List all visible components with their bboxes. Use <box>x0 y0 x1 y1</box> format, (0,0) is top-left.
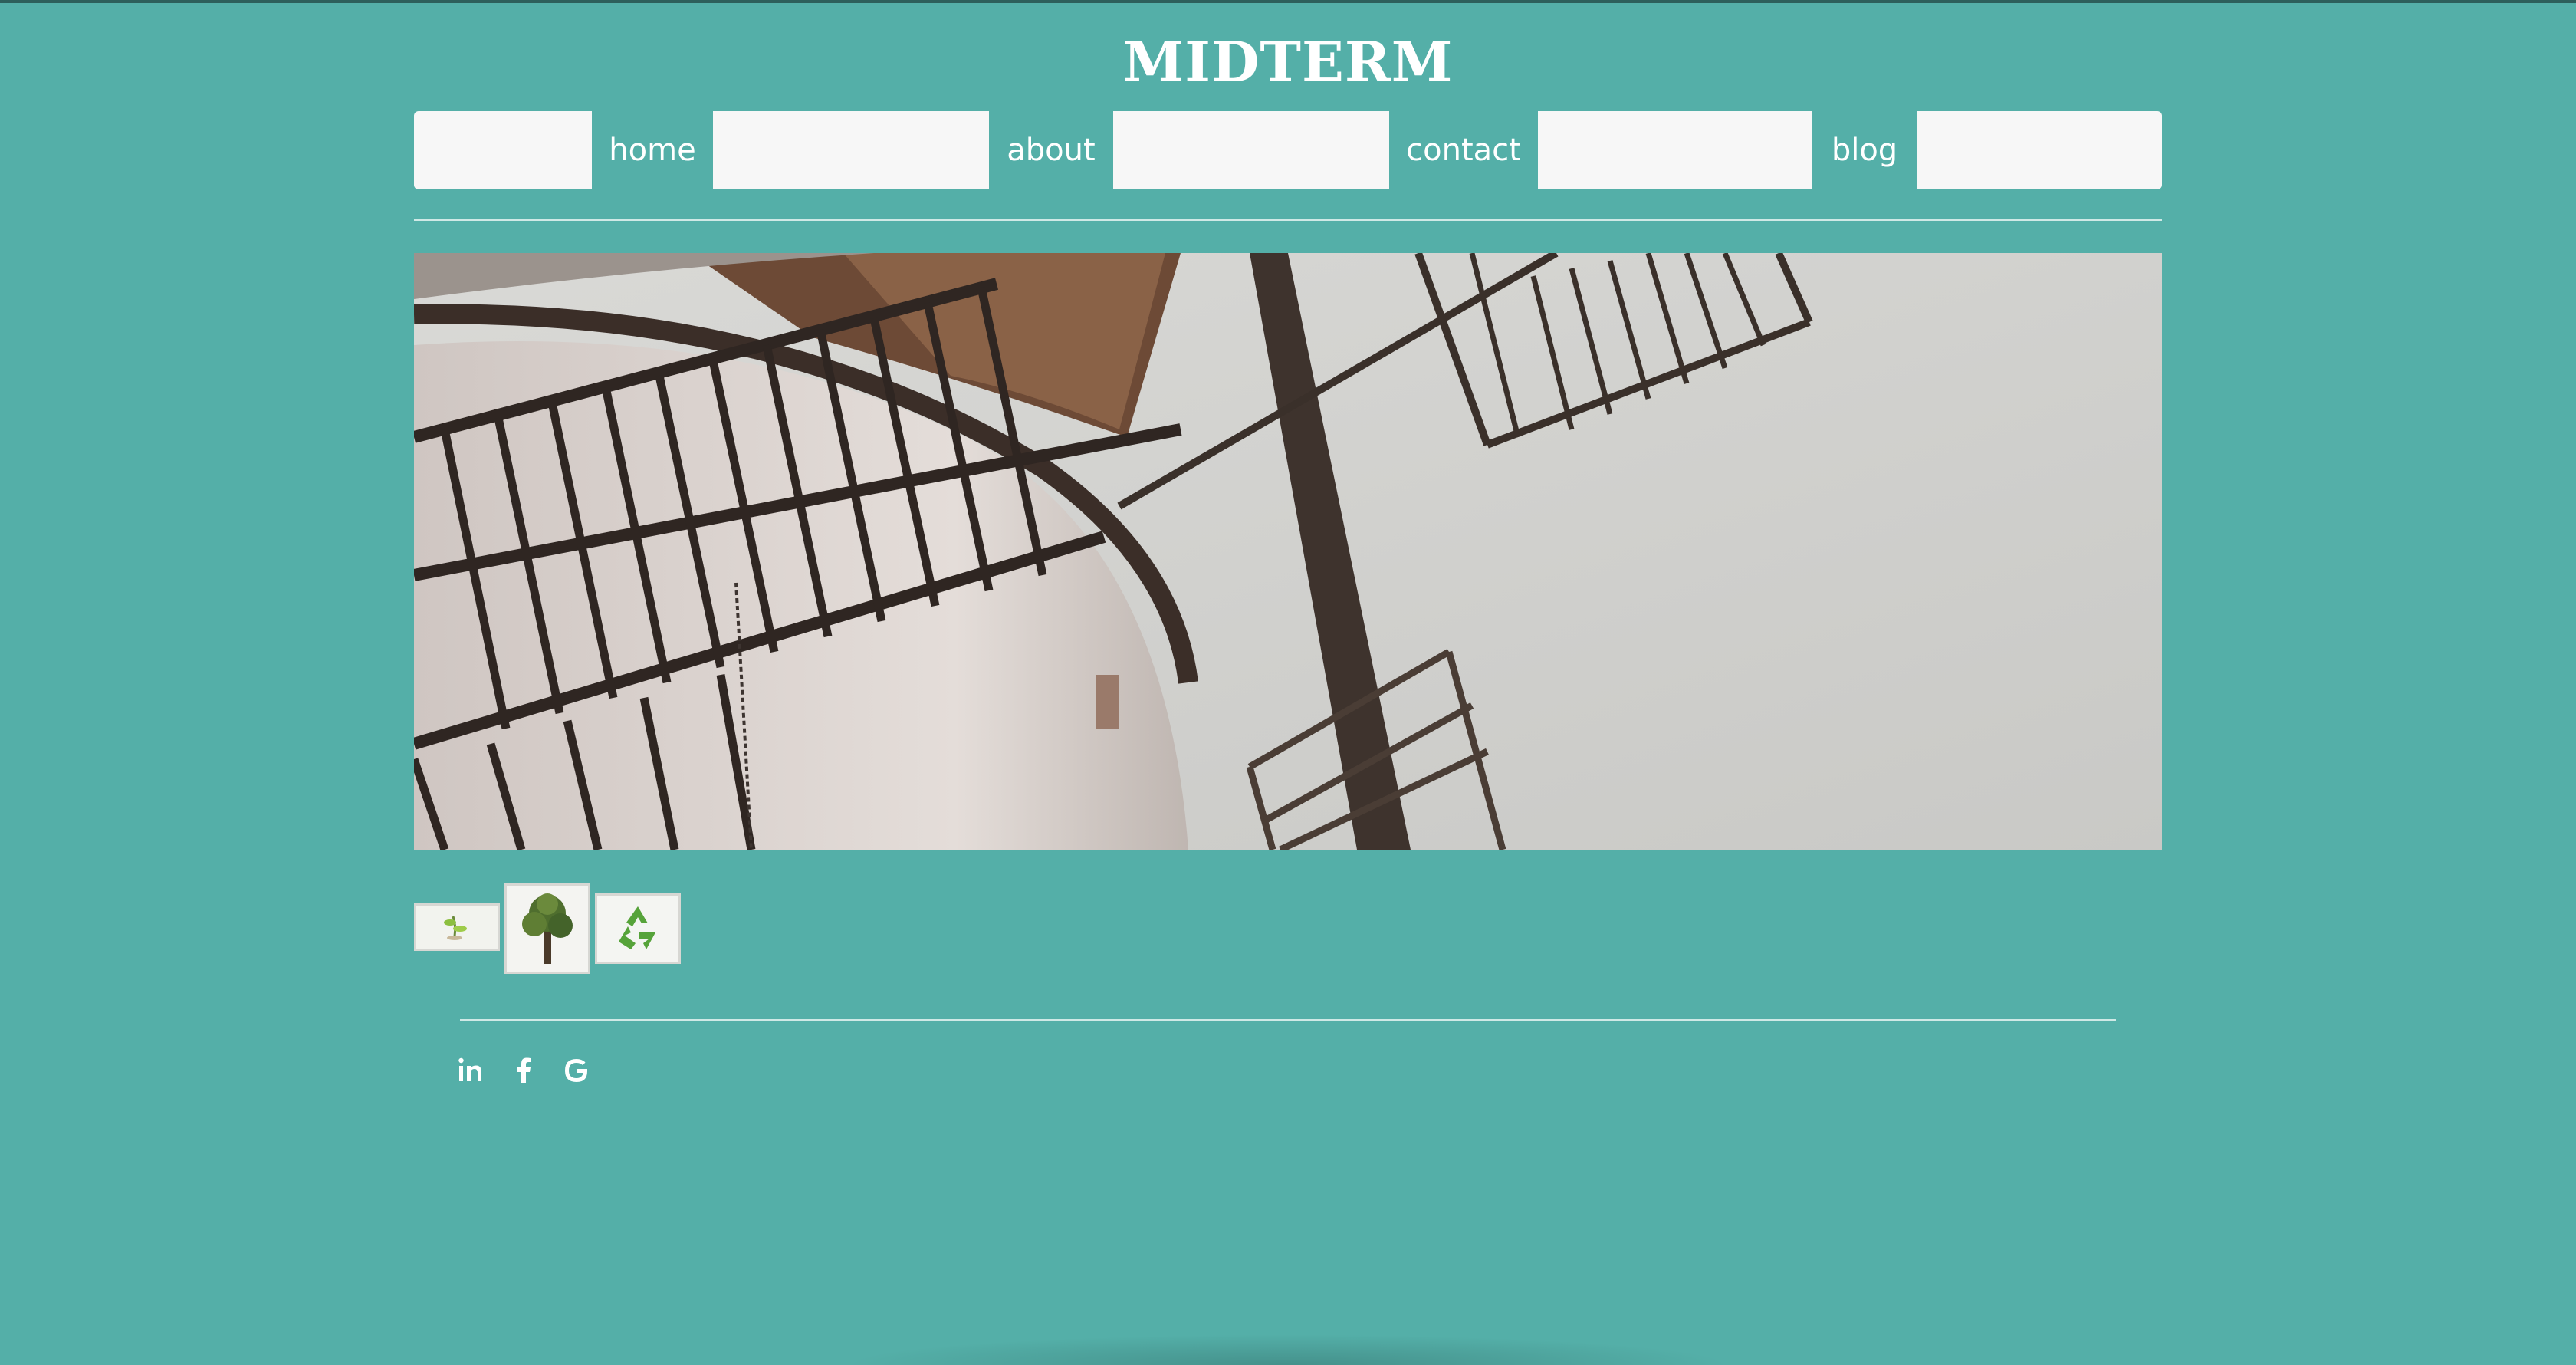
nav-home[interactable]: home <box>592 111 713 189</box>
nav-blog[interactable]: blog <box>1812 111 1917 189</box>
tree-thumbnail <box>507 886 588 972</box>
footer-divider <box>460 1019 2116 1021</box>
header-divider <box>414 219 2162 221</box>
thumbnail-3[interactable] <box>595 893 681 964</box>
google-icon[interactable] <box>558 1052 595 1089</box>
page-bottom-shadow <box>843 1334 1733 1365</box>
top-border <box>0 0 2576 3</box>
navbar: home about contact blog <box>414 111 2162 189</box>
nav-about[interactable]: about <box>989 111 1113 189</box>
hero-image <box>414 253 2162 850</box>
thumbnail-2[interactable] <box>504 883 590 974</box>
facebook-icon[interactable] <box>506 1052 543 1089</box>
recycle-thumbnail <box>597 896 678 962</box>
site-title: MIDTERM <box>1122 29 1454 94</box>
nav-contact[interactable]: contact <box>1389 111 1538 189</box>
plant-sprout-thumbnail <box>416 906 498 949</box>
windmill-photo <box>414 253 2162 850</box>
thumbnail-1[interactable] <box>414 903 500 951</box>
linkedin-icon[interactable] <box>452 1052 489 1089</box>
